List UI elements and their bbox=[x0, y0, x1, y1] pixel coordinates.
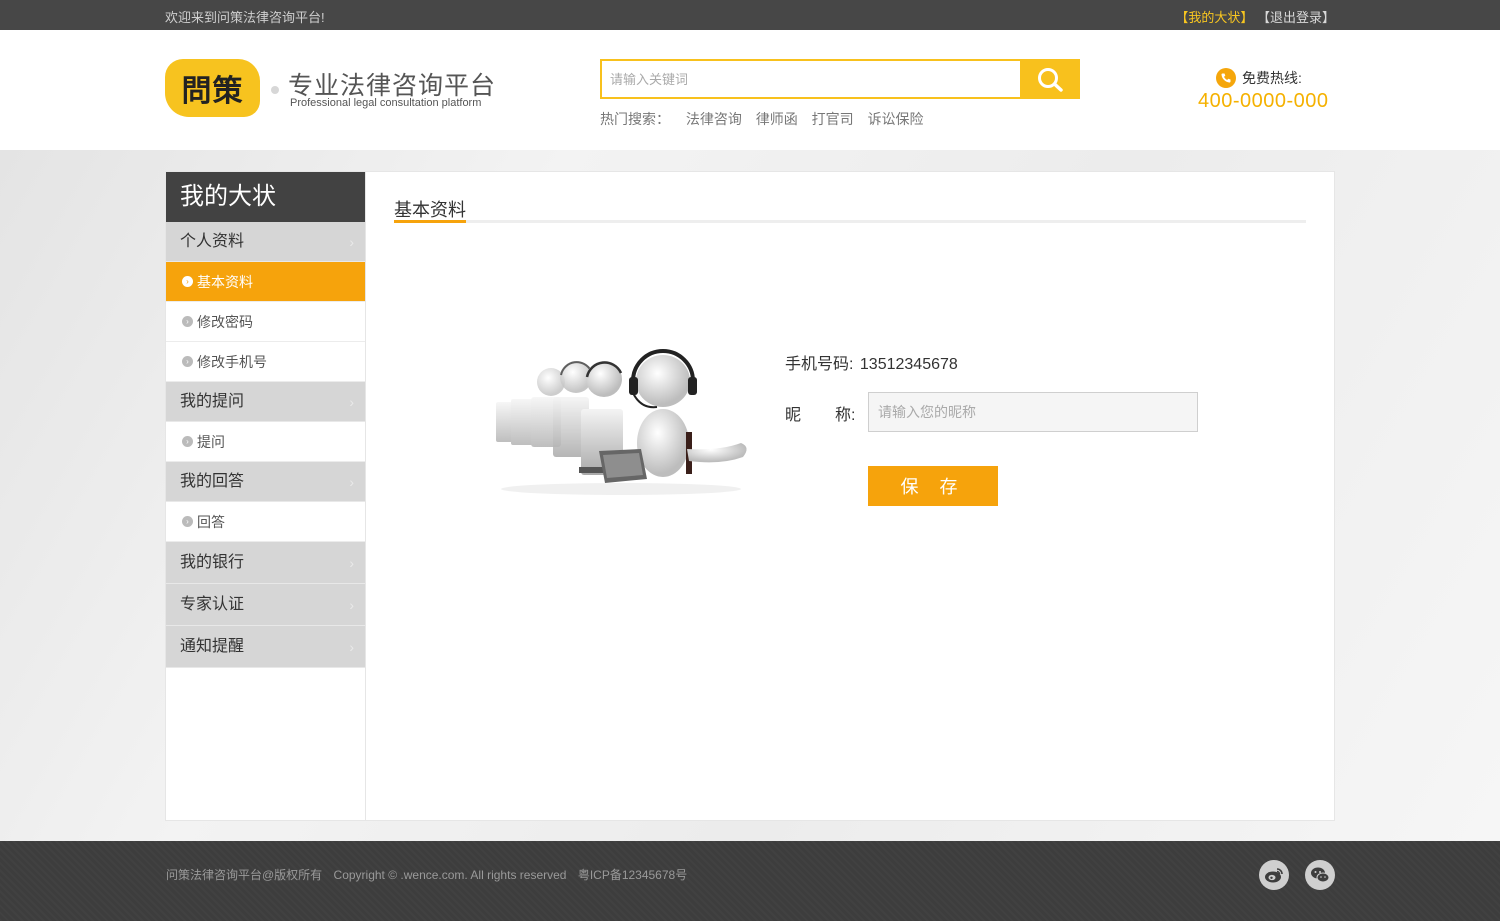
sidebar-item-label: 修改手机号 bbox=[197, 353, 267, 370]
chevron-circle-icon: › bbox=[182, 436, 193, 447]
page-title: 基本资料 bbox=[394, 200, 466, 220]
phone-field: 手机号码: 13512345678 bbox=[785, 350, 958, 374]
nickname-label-first: 昵 bbox=[785, 407, 802, 424]
sidebar-group-label: 专家认证 bbox=[180, 596, 245, 613]
hot-search-link[interactable]: 法律咨询 bbox=[686, 111, 742, 127]
footer-copyright-text: Copyright © .wence.com. All rights reser… bbox=[333, 868, 567, 882]
sidebar-item-answer[interactable]: › 回答 bbox=[166, 502, 366, 542]
hot-search-link[interactable]: 诉讼保险 bbox=[868, 111, 924, 127]
footer-copyright: 问策法律咨询平台@版权所有 Copyright © .wence.com. Al… bbox=[166, 866, 695, 883]
chevron-circle-icon: › bbox=[182, 316, 193, 327]
chevron-right-icon: › bbox=[349, 555, 354, 571]
search-box bbox=[600, 59, 1080, 99]
phone-icon bbox=[1216, 68, 1236, 88]
site-logo[interactable]: 問策 bbox=[165, 59, 260, 117]
site-header: 問策 专业法律咨询平台 Professional legal consultat… bbox=[0, 30, 1500, 150]
sidebar-group-label: 通知提醒 bbox=[180, 638, 245, 655]
sidebar-group-label: 我的银行 bbox=[180, 554, 245, 571]
chevron-right-icon: › bbox=[349, 639, 354, 655]
customer-service-illustration bbox=[496, 349, 747, 495]
chevron-right-icon: › bbox=[349, 474, 354, 490]
sidebar-group-notifications[interactable]: 通知提醒 › bbox=[166, 626, 366, 668]
sidebar-group-questions[interactable]: 我的提问 › bbox=[166, 382, 366, 422]
sidebar: 我的大状 个人资料 › › 基本资料 › 修改密码 › 修改手机号 我的提问 ›… bbox=[165, 171, 376, 821]
sidebar-group-bank[interactable]: 我的银行 › bbox=[166, 542, 366, 584]
sidebar-group-answers[interactable]: 我的回答 › bbox=[166, 462, 366, 502]
search-button[interactable] bbox=[1020, 59, 1080, 99]
sidebar-group-label: 我的回答 bbox=[180, 473, 245, 490]
chevron-circle-icon: › bbox=[182, 276, 193, 287]
sidebar-item-label: 修改密码 bbox=[197, 313, 253, 330]
title-divider bbox=[394, 220, 1306, 223]
sidebar-item-basic-info[interactable]: › 基本资料 bbox=[166, 262, 376, 302]
chevron-circle-icon: › bbox=[182, 516, 193, 527]
search-icon bbox=[1038, 68, 1063, 92]
logout-link[interactable]: 【退出登录】 bbox=[1257, 10, 1335, 25]
hotline-label-wrap: 免费热线: bbox=[1216, 68, 1302, 88]
sidebar-group-label: 我的提问 bbox=[180, 393, 245, 410]
chevron-right-icon: › bbox=[349, 597, 354, 613]
chevron-right-icon: › bbox=[349, 234, 354, 250]
save-button[interactable]: 保 存 bbox=[868, 466, 998, 506]
weibo-icon[interactable] bbox=[1259, 860, 1289, 890]
wechat-icon[interactable] bbox=[1305, 860, 1335, 890]
footer-site-name: 问策法律咨询平台@版权所有 bbox=[166, 868, 323, 882]
welcome-text: 欢迎来到问策法律咨询平台! bbox=[165, 10, 325, 25]
sidebar-group-label: 个人资料 bbox=[180, 233, 245, 250]
hot-searches: 热门搜索： 法律咨询 律师函 打官司 诉讼保险 bbox=[600, 109, 934, 129]
hotline-label: 免费热线: bbox=[1242, 70, 1302, 86]
main-panel: 基本资料 手机号码: 13512345678 昵 称: 请输入您的昵称 保 存 bbox=[365, 171, 1335, 821]
nickname-label-second: 称: bbox=[835, 407, 856, 424]
sidebar-item-label: 基本资料 bbox=[197, 273, 253, 290]
sidebar-item-label: 提问 bbox=[197, 433, 225, 450]
site-footer: 问策法律咨询平台@版权所有 Copyright © .wence.com. Al… bbox=[0, 841, 1500, 921]
hot-search-link[interactable]: 律师函 bbox=[756, 111, 798, 127]
sidebar-group-expert[interactable]: 专家认证 › bbox=[166, 584, 366, 626]
chevron-circle-icon: › bbox=[182, 356, 193, 367]
chevron-right-icon: › bbox=[349, 394, 354, 410]
footer-icp: 粤ICP备12345678号 bbox=[577, 868, 688, 882]
logo-separator-dot bbox=[271, 86, 279, 94]
site-slogan-english: Professional legal consultation platform bbox=[290, 97, 482, 109]
sidebar-item-label: 回答 bbox=[197, 513, 225, 530]
nickname-label: 昵 称: bbox=[785, 401, 855, 425]
top-links: 【我的大状】 【退出登录】 bbox=[1175, 7, 1335, 26]
sidebar-menu: 个人资料 › › 基本资料 › 修改密码 › 修改手机号 我的提问 › › 提问… bbox=[166, 222, 376, 668]
phone-label: 手机号码: bbox=[785, 356, 854, 373]
my-account-link[interactable]: 【我的大状】 bbox=[1175, 10, 1253, 25]
hot-searches-label: 热门搜索： bbox=[600, 111, 670, 127]
top-bar: 欢迎来到问策法律咨询平台! 【我的大状】 【退出登录】 bbox=[0, 0, 1500, 30]
nickname-input[interactable] bbox=[868, 392, 1198, 432]
sidebar-item-change-password[interactable]: › 修改密码 bbox=[166, 302, 366, 342]
logo-text: 問策 bbox=[181, 74, 244, 109]
hot-search-link[interactable]: 打官司 bbox=[812, 111, 854, 127]
phone-value: 13512345678 bbox=[859, 356, 958, 373]
search-input[interactable] bbox=[602, 61, 1020, 97]
sidebar-item-ask[interactable]: › 提问 bbox=[166, 422, 366, 462]
sidebar-title: 我的大状 bbox=[166, 172, 366, 222]
sidebar-group-profile[interactable]: 个人资料 › bbox=[166, 222, 366, 262]
title-underline bbox=[394, 220, 466, 223]
hotline-number: 400-0000-000 bbox=[1198, 90, 1329, 112]
sidebar-item-change-phone[interactable]: › 修改手机号 bbox=[166, 342, 366, 382]
